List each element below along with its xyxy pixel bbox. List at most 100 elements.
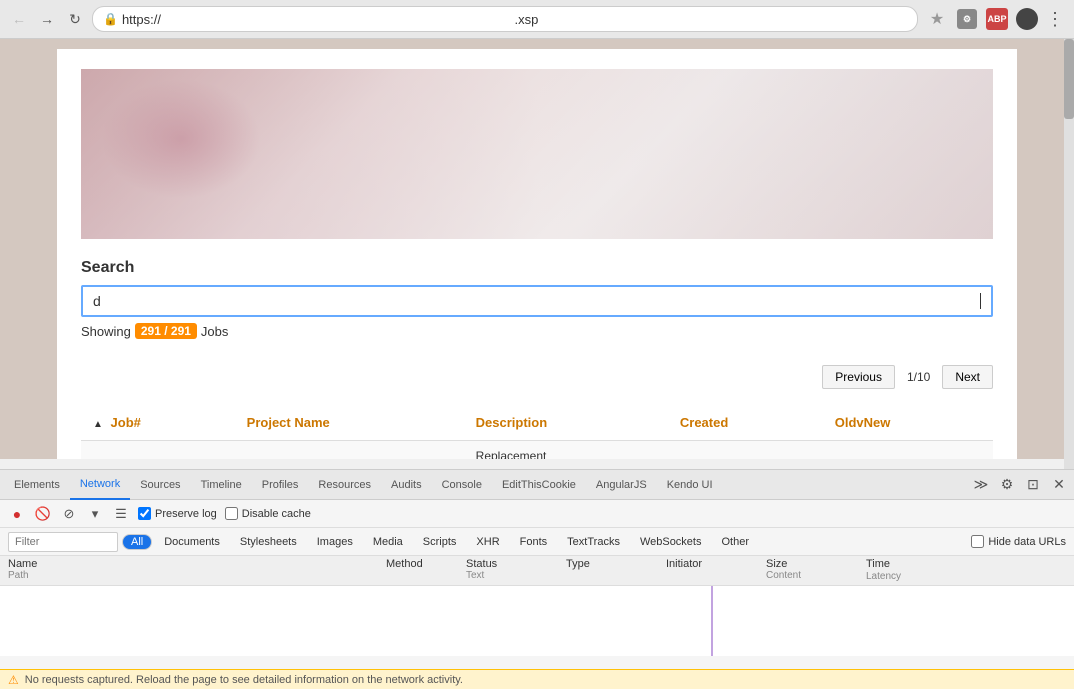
devtools-close-btn[interactable]: ✕ xyxy=(1048,474,1070,496)
hide-data-urls-checkbox[interactable] xyxy=(971,535,984,548)
scrollbar-thumb[interactable] xyxy=(1064,39,1074,119)
col-status-sub-text: Text xyxy=(466,570,566,581)
scrollbar-track[interactable] xyxy=(1064,39,1074,489)
tab-profiles[interactable]: Profiles xyxy=(252,470,309,500)
ext2-icon: ABP xyxy=(986,8,1008,30)
browser-chrome: ← → ↻ 🔒 https:// .xsp ★ ⚙ ABP xyxy=(0,0,1074,39)
col-status: Status Text xyxy=(466,558,566,581)
col-size-text: Size xyxy=(766,558,866,570)
devtools-settings-btn[interactable]: ⚙ xyxy=(996,474,1018,496)
browser-menu-button[interactable]: ⋮ xyxy=(1044,8,1066,30)
ext1-icon: ⚙ xyxy=(957,9,977,29)
address-suffix: .xsp xyxy=(514,12,907,27)
filter-images[interactable]: Images xyxy=(309,535,361,549)
back-button[interactable]: ← xyxy=(8,8,30,30)
col-initiator: Initiator xyxy=(666,558,766,570)
page-banner xyxy=(81,69,993,239)
next-button[interactable]: Next xyxy=(942,365,993,389)
status-bar: ⚠ No requests captured. Reload the page … xyxy=(0,669,1074,689)
pagination-bar: Previous 1/10 Next xyxy=(81,359,993,395)
devtools-console-btn[interactable]: ≫ xyxy=(970,474,992,496)
showing-text: Showing 291 / 291 Jobs xyxy=(81,323,993,339)
cell-project xyxy=(235,441,464,460)
tab-resources[interactable]: Resources xyxy=(308,470,381,500)
ext1-button[interactable]: ⚙ xyxy=(954,6,980,32)
address-bar[interactable]: 🔒 https:// .xsp xyxy=(92,6,918,32)
cell-created xyxy=(668,441,823,460)
refresh-button[interactable]: ↻ xyxy=(64,8,86,30)
col-created[interactable]: Created xyxy=(668,405,823,441)
clear-button[interactable]: ⊘ xyxy=(60,505,78,523)
col-project[interactable]: Project Name xyxy=(235,405,464,441)
table-header-row: ▲ Job# Project Name Description Created … xyxy=(81,405,993,441)
col-initiator-text: Initiator xyxy=(666,558,766,570)
ext2-button[interactable]: ABP xyxy=(984,6,1010,32)
filter-xhr[interactable]: XHR xyxy=(468,535,507,549)
tab-elements[interactable]: Elements xyxy=(4,470,70,500)
filter-websockets[interactable]: WebSockets xyxy=(632,535,710,549)
filter-button[interactable]: ▾ xyxy=(86,505,104,523)
hide-data-urls-label[interactable]: Hide data URLs xyxy=(971,535,1066,548)
disable-cache-checkbox[interactable] xyxy=(225,507,238,520)
browser-toolbar: ← → ↻ 🔒 https:// .xsp ★ ⚙ ABP xyxy=(0,0,1074,38)
filter-other[interactable]: Other xyxy=(714,535,758,549)
filter-bar: All Documents Stylesheets Images Media S… xyxy=(0,528,1074,556)
filter-all[interactable]: All xyxy=(122,534,152,550)
disable-cache-label[interactable]: Disable cache xyxy=(225,507,311,520)
stop-button[interactable]: 🚫 xyxy=(34,505,52,523)
cell-description: Replacement xyxy=(464,441,668,460)
filter-documents[interactable]: Documents xyxy=(156,535,228,549)
search-input[interactable] xyxy=(93,293,978,309)
tab-network[interactable]: Network xyxy=(70,470,130,500)
cell-oldvnew xyxy=(823,441,993,460)
bookmark-button[interactable]: ★ xyxy=(924,6,950,32)
table-section: Previous 1/10 Next ▲ Job# Project Name D… xyxy=(81,359,993,459)
jobs-table: ▲ Job# Project Name Description Created … xyxy=(81,405,993,459)
filter-fonts[interactable]: Fonts xyxy=(512,535,556,549)
col-latency-text: Latency xyxy=(866,571,901,582)
search-input-wrapper[interactable] xyxy=(81,285,993,317)
col-oldvnew[interactable]: OldvNew xyxy=(823,405,993,441)
forward-button[interactable]: → xyxy=(36,8,58,30)
col-content-text: Content xyxy=(766,570,866,581)
previous-button[interactable]: Previous xyxy=(822,365,895,389)
col-type: Type xyxy=(566,558,666,570)
preserve-log-label[interactable]: Preserve log xyxy=(138,507,217,520)
devtools-dock-btn[interactable]: ⊡ xyxy=(1022,474,1044,496)
tab-sources[interactable]: Sources xyxy=(130,470,190,500)
col-method-text: Method xyxy=(386,558,466,570)
filter-stylesheets[interactable]: Stylesheets xyxy=(232,535,305,549)
col-name-text: Name xyxy=(8,558,386,570)
col-time-text: Time xyxy=(866,558,890,570)
record-button[interactable]: ● xyxy=(8,505,26,523)
tab-console[interactable]: Console xyxy=(432,470,492,500)
col-type-text: Type xyxy=(566,558,666,570)
warning-icon: ⚠ xyxy=(8,673,19,687)
devtools-panel: Elements Network Sources Timeline Profil… xyxy=(0,469,1074,689)
preserve-log-checkbox[interactable] xyxy=(138,507,151,520)
filter-texttracks[interactable]: TextTracks xyxy=(559,535,628,549)
tab-kendoui[interactable]: Kendo UI xyxy=(657,470,723,500)
col-size-content: Size Content xyxy=(766,558,866,581)
devtools-icons: ≫ ⚙ ⊡ ✕ xyxy=(970,474,1070,496)
tab-editthiscookie[interactable]: EditThisCookie xyxy=(492,470,586,500)
col-description[interactable]: Description xyxy=(464,405,668,441)
col-job[interactable]: ▲ Job# xyxy=(81,405,235,441)
tab-audits[interactable]: Audits xyxy=(381,470,432,500)
search-section: Search Showing 291 / 291 Jobs xyxy=(81,259,993,349)
table-row: Replacement xyxy=(81,441,993,460)
ext3-button[interactable] xyxy=(1014,6,1040,32)
timeline-line xyxy=(711,586,713,656)
sort-arrow-icon: ▲ xyxy=(93,419,103,430)
tab-angularjs[interactable]: AngularJS xyxy=(586,470,657,500)
address-text: https:// xyxy=(122,12,515,27)
tab-timeline[interactable]: Timeline xyxy=(191,470,252,500)
filter-media[interactable]: Media xyxy=(365,535,411,549)
page-info: 1/10 xyxy=(899,366,938,388)
devtools-tabbar: Elements Network Sources Timeline Profil… xyxy=(0,470,1074,500)
col-time-group: Time Latency xyxy=(866,558,1066,582)
filter-scripts[interactable]: Scripts xyxy=(415,535,465,549)
filter-input[interactable] xyxy=(8,532,118,552)
count-badge: 291 / 291 xyxy=(135,323,197,339)
view-toggle-button[interactable]: ☰ xyxy=(112,505,130,523)
